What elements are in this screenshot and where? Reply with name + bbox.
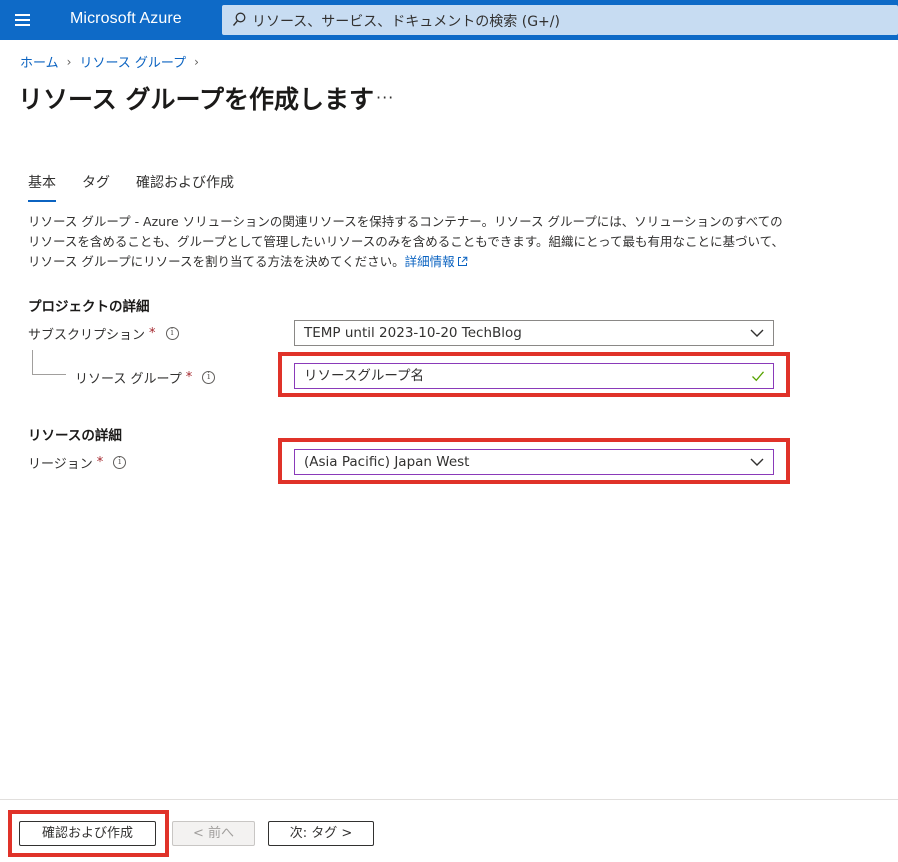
breadcrumb-resource-groups[interactable]: リソース グループ: [79, 52, 186, 71]
tab-basics[interactable]: 基本: [28, 172, 56, 202]
global-search-input[interactable]: リソース、サービス、ドキュメントの検索 (G+/): [222, 5, 898, 35]
resource-group-label: リソース グループ * i: [75, 368, 216, 387]
chevron-right-icon: ›: [194, 54, 199, 69]
info-icon[interactable]: i: [113, 456, 127, 469]
subscription-label: サブスクリプション * i: [28, 324, 179, 343]
project-details-heading: プロジェクトの詳細: [28, 299, 150, 315]
description-line: リソース グループにリソースを割り当てる方法を決めてください。詳細情報: [28, 252, 788, 272]
info-icon[interactable]: i: [202, 371, 216, 384]
footer-divider: [0, 799, 898, 800]
tab-list: 基本 タグ 確認および作成: [28, 172, 260, 202]
highlight-frame: [8, 810, 169, 857]
description-text: リソース グループ - Azure ソリューションの関連リソースを保持するコンテ…: [28, 212, 788, 272]
required-asterisk: *: [96, 455, 104, 470]
breadcrumb: ホーム › リソース グループ ›: [20, 52, 199, 72]
next-tags-button[interactable]: 次: タグ >: [268, 821, 374, 846]
region-label: リージョン * i: [28, 453, 127, 472]
more-options-icon[interactable]: ···: [376, 88, 394, 107]
chevron-right-icon: ›: [66, 54, 72, 69]
highlight-frame: [278, 352, 790, 397]
description-line: リソース グループ - Azure ソリューションの関連リソースを保持するコンテ…: [28, 214, 783, 229]
tab-tags[interactable]: タグ: [82, 172, 110, 202]
info-icon[interactable]: i: [165, 327, 179, 340]
chevron-down-icon: [750, 329, 764, 337]
required-asterisk: *: [185, 370, 193, 385]
breadcrumb-home[interactable]: ホーム: [20, 52, 59, 71]
highlight-frame: [278, 438, 790, 484]
hamburger-menu-icon[interactable]: [12, 10, 34, 30]
page-title: リソース グループを作成します: [18, 85, 374, 114]
tree-connector: [32, 350, 33, 374]
search-icon: [232, 12, 246, 26]
external-link-icon: [457, 256, 467, 266]
learn-more-link[interactable]: 詳細情報: [405, 254, 468, 269]
tree-connector: [32, 374, 66, 375]
search-placeholder: リソース、サービス、ドキュメントの検索 (G+/): [252, 14, 560, 30]
previous-button[interactable]: < 前へ: [172, 821, 255, 846]
tab-review-create[interactable]: 確認および作成: [136, 172, 234, 202]
description-line: リソースを含めることも、グループとして管理したいリソースのみを含めることもできま…: [28, 234, 785, 249]
subscription-select[interactable]: TEMP until 2023-10-20 TechBlog: [294, 320, 774, 346]
resource-details-heading: リソースの詳細: [28, 428, 122, 444]
required-asterisk: *: [149, 326, 156, 341]
top-bar: Microsoft Azure リソース、サービス、ドキュメントの検索 (G+/…: [0, 0, 898, 40]
azure-brand[interactable]: Microsoft Azure: [70, 10, 182, 28]
